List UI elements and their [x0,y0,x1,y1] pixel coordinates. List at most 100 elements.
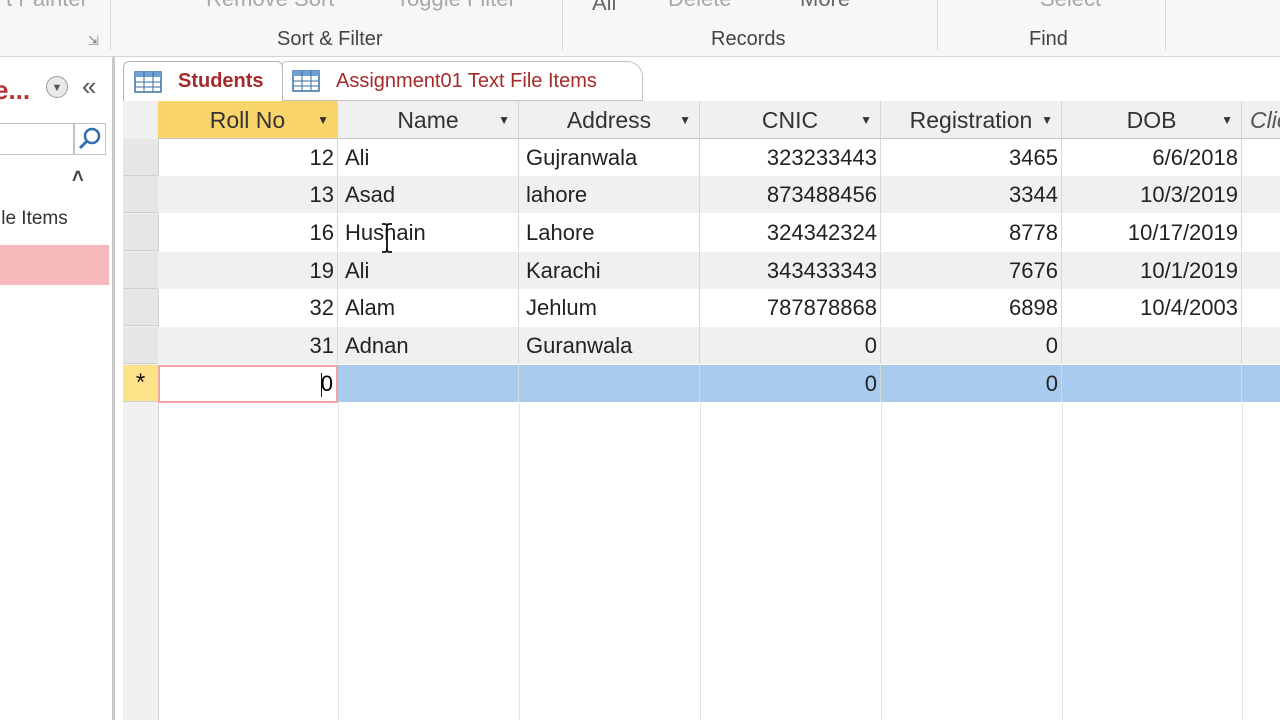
cell-address[interactable]: Guranwala [519,327,700,364]
cell-name[interactable]: Adnan [338,327,519,364]
cell-roll-no[interactable]: 13 [158,176,338,213]
column-header-label: Roll No [209,107,286,133]
cell-registration[interactable]: 3344 [881,176,1062,213]
document-tabs: Assignment01 Text File Items Students [123,57,1280,101]
tab-students[interactable]: Students [123,61,283,101]
cell-dob[interactable] [1062,327,1242,364]
column-header-address[interactable]: Address ▼ [519,101,700,139]
table-row[interactable]: 19 Ali Karachi 343433343 7676 10/1/2019 [158,252,1280,289]
cell-dob[interactable]: 10/3/2019 [1062,176,1242,213]
cell-registration[interactable]: 7676 [881,252,1062,289]
table-row[interactable]: 12 Ali Gujranwala 323233443 3465 6/6/201… [158,139,1280,176]
cell-cnic[interactable]: 323233443 [700,139,881,176]
table-row[interactable]: 16 Husnain Lahore 324342324 8778 10/17/2… [158,214,1280,251]
record-selector[interactable] [123,252,158,289]
cell-registration[interactable]: 8778 [881,214,1062,251]
cell-roll-no[interactable]: 16 [158,214,338,251]
column-header-click-to-add[interactable]: Clic [1242,101,1280,139]
cell-roll-no[interactable]: 31 [158,327,338,364]
cell-name[interactable] [338,365,519,402]
cell-address[interactable] [519,365,700,402]
chevron-down-icon[interactable]: ▼ [860,101,872,139]
cell-dob[interactable]: 6/6/2018 [1062,139,1242,176]
cell-cnic[interactable]: 873488456 [700,176,881,213]
cell-dob[interactable]: 10/1/2019 [1062,252,1242,289]
cell-name[interactable]: Ali [338,252,519,289]
table-row[interactable]: 13 Asad lahore 873488456 3344 10/3/2019 [158,176,1280,213]
cell-address[interactable]: Gujranwala [519,139,700,176]
select-all-corner[interactable] [123,101,158,140]
format-painter-button[interactable]: t Painter [6,0,88,12]
dialog-launcher-icon[interactable]: ⇲ [88,33,99,49]
column-header-registration[interactable]: Registration ▼ [881,101,1062,139]
cell-dob[interactable]: 10/4/2003 [1062,289,1242,326]
cell-roll-no[interactable]: 32 [158,289,338,326]
cell-name[interactable]: Ali [338,139,519,176]
table-row[interactable]: 32 Alam Jehlum 787878868 6898 10/4/2003 [158,289,1280,326]
cell-roll-no[interactable]: 12 [158,139,338,176]
record-selector[interactable] [123,176,158,213]
cell-cnic[interactable]: 324342324 [700,214,881,251]
ribbon-divider [937,0,938,50]
datasheet-grid: * Roll No ▼ Name ▼ Address ▼ CNIC ▼ Registra… [123,101,1280,720]
roll-no-edit-value: 0 [320,371,333,396]
navigation-pane: e... ▼ « ˄ ile Items [0,57,115,720]
cell-dob[interactable]: 10/17/2019 [1062,214,1242,251]
cell-cnic[interactable]: 0 [700,327,881,364]
cell-cnic[interactable]: 0 [700,365,881,402]
cell-registration[interactable]: 6898 [881,289,1062,326]
nav-item-text-file-items[interactable]: ile Items [0,208,68,230]
column-header-dob[interactable]: DOB ▼ [1062,101,1242,139]
record-selector[interactable] [123,289,158,326]
cell-dob[interactable] [1062,365,1242,402]
chevron-down-icon[interactable]: ▼ [1041,101,1053,139]
delete-button[interactable]: Delete [668,0,732,12]
cell-address[interactable]: Lahore [519,214,700,251]
column-header-cnic[interactable]: CNIC ▼ [700,101,881,139]
table-row[interactable]: 31 Adnan Guranwala 0 0 [158,327,1280,364]
column-divider [338,403,339,720]
cell-registration[interactable]: 3465 [881,139,1062,176]
toggle-filter-button[interactable]: Toggle Filter [396,0,516,12]
nav-search-input[interactable] [0,123,74,155]
cell-address[interactable]: lahore [519,176,700,213]
chevron-down-icon[interactable]: ▼ [498,101,510,139]
cell-address[interactable]: Jehlum [519,289,700,326]
refresh-all-button[interactable]: All [592,0,616,16]
record-selector[interactable] [123,139,158,176]
group-label-records: Records [711,28,786,50]
column-header-name[interactable]: Name ▼ [338,101,519,139]
cell-registration[interactable]: 0 [881,365,1062,402]
cell-roll-no[interactable]: 19 [158,252,338,289]
table-icon [292,70,320,92]
record-selector[interactable] [123,214,158,251]
cell-address[interactable]: Karachi [519,252,700,289]
remove-sort-button[interactable]: Remove Sort [206,0,334,12]
nav-pane-title[interactable]: e... [0,75,30,106]
chevron-down-icon[interactable]: ▼ [317,101,329,139]
record-selector[interactable] [123,327,158,364]
chevron-down-icon[interactable]: ▼ [679,101,691,139]
cell-name[interactable]: Asad [338,176,519,213]
column-header-roll-no[interactable]: Roll No ▼ [158,101,338,139]
cell-name[interactable]: Alam [338,289,519,326]
nav-item-selected[interactable] [0,245,109,285]
chevron-down-icon[interactable]: ▼ [1221,101,1233,139]
column-header-label: DOB [1126,107,1177,133]
column-divider [881,403,882,720]
roll-no-edit-field[interactable]: 0 [158,365,338,403]
tab-label: Students [178,70,264,92]
cell-cnic[interactable]: 343433343 [700,252,881,289]
column-divider [1242,403,1243,720]
select-button[interactable]: Select [1040,0,1101,12]
new-record-selector[interactable]: * [123,365,158,402]
cell-registration[interactable]: 0 [881,327,1062,364]
more-button[interactable]: More [800,0,850,12]
search-icon[interactable] [74,123,106,155]
collapse-pane-icon[interactable]: « [82,73,96,99]
nav-menu-dropdown-icon[interactable]: ▼ [46,76,68,98]
tab-assignment01-text-file-items[interactable]: Assignment01 Text File Items [281,61,643,101]
cell-name[interactable]: Husnain [338,214,519,251]
chevron-up-icon[interactable]: ˄ [72,167,84,187]
cell-cnic[interactable]: 787878868 [700,289,881,326]
